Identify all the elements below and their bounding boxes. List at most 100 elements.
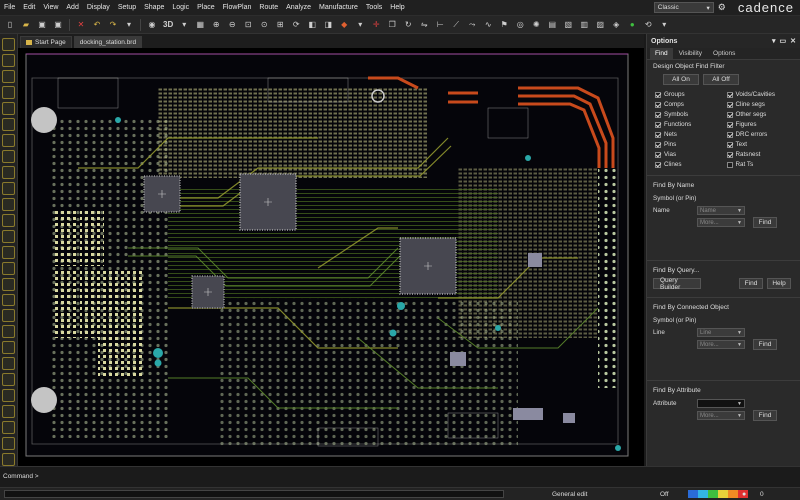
tab-visibility[interactable]: Visibility [674, 48, 707, 59]
filter-nets[interactable]: Nets [655, 130, 723, 139]
custom-smooth-icon[interactable]: ∿ [481, 18, 495, 32]
checkbox[interactable] [655, 101, 661, 108]
menu-help[interactable]: Help [386, 0, 408, 16]
snap-tool-icon[interactable] [2, 229, 15, 243]
net-icon[interactable]: ◈ [609, 18, 623, 32]
line-type-select[interactable]: Line ▼ [697, 328, 745, 337]
filter-functions[interactable]: Functions [655, 120, 723, 129]
help-button[interactable]: Help [767, 278, 791, 289]
copy-tool-icon[interactable] [2, 341, 15, 355]
pcb-board-view[interactable] [18, 48, 644, 466]
measure-tool-icon[interactable] [2, 213, 15, 227]
menu-manufacture[interactable]: Manufacture [315, 0, 362, 16]
workspace-select[interactable]: Classic ▾ [653, 2, 714, 13]
filter-voids[interactable]: Voids/Cavities [726, 90, 795, 99]
all-on-button[interactable]: All On [663, 74, 699, 85]
highlight-tool-icon[interactable] [2, 245, 15, 259]
delete-icon[interactable]: ✕ [74, 18, 88, 32]
chevron-down-icon[interactable]: ▾ [177, 18, 191, 32]
filter-rat-ts[interactable]: Rat Ts [726, 160, 795, 169]
layer-icon[interactable]: ◧ [305, 18, 319, 32]
attribute-select[interactable]: ▼ [697, 399, 745, 408]
green-check-icon[interactable]: ● [625, 18, 639, 32]
place-tool-icon[interactable] [2, 85, 15, 99]
flip-tool-icon[interactable] [2, 437, 15, 451]
show-element-icon[interactable] [2, 293, 15, 307]
save-icon[interactable]: ▣ [35, 18, 49, 32]
checkbox[interactable] [655, 91, 661, 98]
checkbox[interactable] [655, 161, 661, 168]
dehighlight-tool-icon[interactable] [2, 261, 15, 275]
find-by-connected-button[interactable]: Find [753, 339, 777, 350]
checkbox[interactable] [726, 121, 733, 128]
fanout-icon[interactable]: ✺ [529, 18, 543, 32]
menu-route[interactable]: Route [255, 0, 282, 16]
shape-tool-icon[interactable] [2, 117, 15, 131]
chevron-down-icon[interactable]: ▾ [772, 37, 776, 45]
checkbox[interactable] [655, 111, 661, 118]
move-icon[interactable]: ✛ [369, 18, 383, 32]
filter-comps[interactable]: Comps [655, 100, 723, 109]
redo-icon[interactable]: ↷ [106, 18, 120, 32]
more-select[interactable]: More... ▼ [697, 340, 745, 349]
chevron-down-icon[interactable]: ▾ [657, 18, 671, 32]
zoom-fit-icon[interactable]: ⊡ [241, 18, 255, 32]
group-tool-icon[interactable] [2, 181, 15, 195]
checkbox[interactable] [655, 151, 661, 158]
checkbox[interactable] [726, 101, 733, 108]
dimension-tool-icon[interactable] [2, 197, 15, 211]
filter-figures[interactable]: Figures [726, 120, 795, 129]
filter-other-segs[interactable]: Other segs [726, 110, 795, 119]
menu-tools[interactable]: Tools [362, 0, 386, 16]
command-prompt[interactable]: Command > [3, 473, 39, 480]
filter-drc-errors[interactable]: DRC errors [726, 130, 795, 139]
constraint-icon[interactable]: ▥ [577, 18, 591, 32]
update-icon[interactable]: ⟲ [641, 18, 655, 32]
add-connect-icon[interactable]: ⟋ [449, 18, 463, 32]
checkbox[interactable] [655, 131, 661, 138]
more-select[interactable]: More... ▼ [697, 218, 745, 227]
drc-icon[interactable]: ⚑ [497, 18, 511, 32]
filter-ratsnest[interactable]: Ratsnest [726, 150, 795, 159]
glossing-tool-icon[interactable] [2, 389, 15, 403]
menu-place[interactable]: Place [193, 0, 219, 16]
route-tool-icon[interactable] [2, 69, 15, 83]
property-tool-icon[interactable] [2, 277, 15, 291]
pick-tool-icon[interactable] [2, 53, 15, 67]
menu-add[interactable]: Add [62, 0, 82, 16]
mirror-icon[interactable]: ⇋ [417, 18, 431, 32]
report-icon[interactable]: ▨ [593, 18, 607, 32]
zoom-in-icon[interactable]: ⊕ [209, 18, 223, 32]
globe-icon[interactable]: ◉ [145, 18, 159, 32]
via-tool-icon[interactable] [2, 101, 15, 115]
slide-icon[interactable]: ⤳ [465, 18, 479, 32]
find-by-query-button[interactable]: Find [739, 278, 763, 289]
close-icon[interactable]: ✕ [790, 37, 796, 45]
tab-options[interactable]: Options [708, 48, 740, 59]
filter-symbols[interactable]: Symbols [655, 110, 723, 119]
checkbox[interactable] [726, 151, 733, 158]
pin-icon[interactable]: ▭ [780, 37, 787, 45]
more-select[interactable]: More... ▼ [697, 411, 745, 420]
zoom-out-icon[interactable]: ⊖ [225, 18, 239, 32]
color-icon[interactable]: ◆ [337, 18, 351, 32]
measure-icon[interactable]: ⊢ [433, 18, 447, 32]
refresh-icon[interactable]: ⟳ [289, 18, 303, 32]
query-builder-button[interactable]: Query Builder [653, 277, 701, 291]
checkbox[interactable] [655, 121, 661, 128]
filter-cline-segs[interactable]: Cline segs [726, 100, 795, 109]
arc-tool-icon[interactable] [2, 165, 15, 179]
name-type-select[interactable]: Name ▼ [697, 206, 745, 215]
menu-flowplan[interactable]: FlowPlan [219, 0, 256, 16]
find-by-name-button[interactable]: Find [753, 217, 777, 228]
filter-groups[interactable]: Groups [655, 90, 723, 99]
check-tool-icon[interactable] [2, 373, 15, 387]
zoom-window-icon[interactable]: ⊞ [273, 18, 287, 32]
menu-logic[interactable]: Logic [168, 0, 193, 16]
new-file-icon[interactable]: ▯ [3, 18, 17, 32]
filter-vias[interactable]: Vias [655, 150, 723, 159]
copy-icon[interactable]: ❐ [385, 18, 399, 32]
line-tool-icon[interactable] [2, 149, 15, 163]
menu-view[interactable]: View [39, 0, 62, 16]
via-icon[interactable]: ◎ [513, 18, 527, 32]
